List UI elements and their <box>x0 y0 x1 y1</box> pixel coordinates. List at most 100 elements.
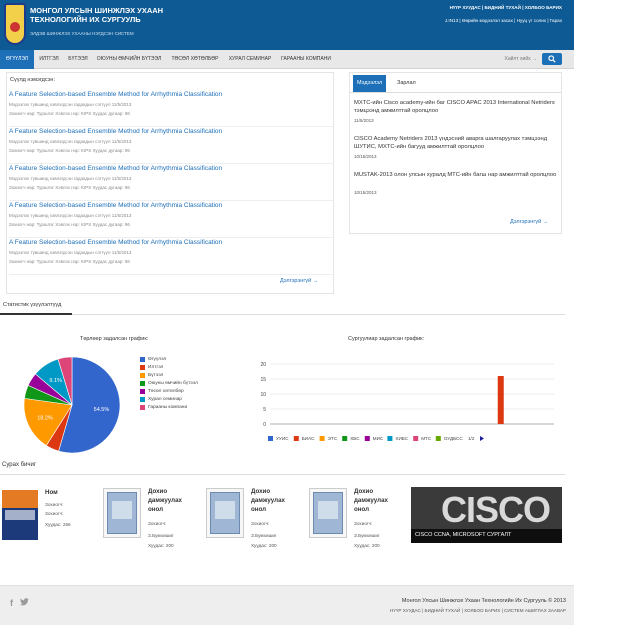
nav-item-seminars[interactable]: ХУРАЛ СЕМИНАР <box>224 50 276 69</box>
legend-label: ОУДБСС <box>444 436 464 441</box>
bar[interactable] <box>497 376 504 424</box>
y-tick-label: 15 <box>260 377 266 383</box>
book-author: З.Бумхишиг <box>251 533 277 538</box>
facebook-icon[interactable]: f <box>10 598 13 608</box>
bar-chart: 0 5 10 15 20 УУИС БИАС ЭТС ХБС МИС ХИБС МТС ОУДБСС 1/… <box>254 356 564 448</box>
book-pages: Хуудас: 200 <box>148 543 174 548</box>
nav-item-startups[interactable]: ГАРААНЫ КОМПАНИ <box>276 50 336 69</box>
tab-news[interactable]: Мэдээлэл <box>353 75 387 92</box>
nav-item-projects[interactable]: ТӨСӨЛ ХӨТӨЛБӨР <box>166 50 224 69</box>
news-date: 10/15/2013 <box>354 154 377 159</box>
pie-chart-title: Төрлөөр задалсан график: <box>80 336 149 342</box>
page: МОНГОЛ УЛСЫН ШИНЖЛЭХ УХААН ТЕХНОЛОГИЙН И… <box>0 0 620 644</box>
book-title[interactable]: Дохио дамжуулах онол <box>354 487 399 514</box>
book-cover-image[interactable] <box>206 488 244 538</box>
book-cover-image[interactable] <box>103 488 141 538</box>
legend-next-icon[interactable] <box>480 436 484 441</box>
item-title-link[interactable]: A Feature Selection-based Ensemble Metho… <box>9 239 222 246</box>
item-title-link[interactable]: A Feature Selection-based Ensemble Metho… <box>9 202 222 209</box>
item-meta-details: Зохиогч нар: Туршлэг Хэвлэх нэр: KIPS Ху… <box>9 259 130 264</box>
footer-links[interactable]: НҮҮР ХУУДАС | БИДНИЙ ТУХАЙ | ХОЛБОО БАРИ… <box>390 608 566 613</box>
item-title-link[interactable]: A Feature Selection-based Ensemble Metho… <box>9 91 222 98</box>
list-item: A Feature Selection-based Ensemble Metho… <box>9 239 333 275</box>
item-meta: Мэдээлэх түвшинд хэвлэгдсэн гадаадын сэт… <box>9 139 132 144</box>
cisco-training-banner[interactable]: CISCO CISCO CCNA, MICROSOFT СУРГАЛТ <box>411 487 562 543</box>
news-item-link[interactable]: CISCO Academy Netriders 2013 үндэсний ав… <box>354 135 559 151</box>
university-subtitle: ЭЛДЭВ ШИНЖЛЭХ УХААНЫ НЭГДСЭН СИСТЕМ <box>30 31 134 36</box>
legend-label: ХИБС <box>395 436 408 441</box>
twitter-icon[interactable] <box>19 598 29 606</box>
stats-tab-underline <box>0 313 72 315</box>
tab-statistics[interactable]: Статистик үзүүлэлтүүд <box>3 302 61 308</box>
book-author-label: Зохиогч: <box>354 521 373 526</box>
book-title[interactable]: Дохио дамжуулах онол <box>251 487 296 514</box>
pie-data-label: 9.1% <box>49 378 62 384</box>
legend-swatch <box>319 436 325 441</box>
legend-label: Илтгэл <box>148 365 164 370</box>
book-pages: Хуудас: 256 <box>45 522 71 527</box>
list-item: A Feature Selection-based Ensemble Metho… <box>9 202 333 238</box>
legend-item[interactable]: Төсөл хөтөлбөр <box>140 388 198 396</box>
legend-swatch <box>364 436 370 441</box>
nav-item-works[interactable]: БҮТЭЭЛ <box>64 50 92 69</box>
search-icon <box>548 55 556 63</box>
book-cover-image[interactable] <box>309 488 347 538</box>
legend-label: Хурал семинар <box>148 397 182 402</box>
book-cover-image[interactable] <box>2 490 38 540</box>
book-publisher-label: Зохиогч: <box>45 511 64 516</box>
legend-item[interactable]: Бүтээл <box>140 372 198 380</box>
book-author-label: Зохиогч: <box>45 502 64 507</box>
item-meta-details: Зохиогч нар: Туршлэг Хэвлэх нэр: KIPS Ху… <box>9 111 130 116</box>
legend-label: МИС <box>373 436 384 441</box>
nav-item-presentations[interactable]: ИЛТГЭЛ <box>34 50 64 69</box>
university-logo[interactable] <box>4 3 26 45</box>
news-panel: Мэдээлэл Зарлал МХТС-ийн Cisco academy-и… <box>349 72 562 234</box>
book-title[interactable]: Дохио дамжуулах онол <box>148 487 193 514</box>
book-cover-art <box>107 492 137 534</box>
legend-item[interactable]: Оюуны өмчийн бүтээл <box>140 380 198 388</box>
book-author-label: Зохиогч: <box>148 521 167 526</box>
legend-swatch <box>268 436 273 441</box>
legend-label: БИАС <box>302 436 315 441</box>
item-meta: Мэдээлэх түвшинд хэвлэгдсэн гадаадын сэт… <box>9 213 132 218</box>
search-input[interactable] <box>468 53 540 65</box>
legend-swatch <box>387 436 393 441</box>
legend-label: УУИС <box>276 436 289 441</box>
news-date: 11/5/2013 <box>354 118 374 123</box>
legend-swatch <box>140 389 145 394</box>
nav-item-articles[interactable]: ӨГҮҮЛЭЛ <box>0 50 34 69</box>
more-items-link[interactable]: Дэлгэрэнгүй → <box>280 278 318 284</box>
user-links[interactable]: J.IN13 | Өөрийн мэдээлэл засах | Нууц үг… <box>445 18 562 23</box>
item-title-link[interactable]: A Feature Selection-based Ensemble Metho… <box>9 128 222 135</box>
legend-swatch <box>342 436 348 441</box>
pie-data-label: 54.5% <box>94 407 110 413</box>
legend-item[interactable]: Өгүүлэл <box>140 356 198 364</box>
tab-announcements[interactable]: Зарлал <box>393 75 420 92</box>
y-tick-label: 20 <box>260 362 266 368</box>
legend-item[interactable]: Хурал семинар <box>140 396 198 404</box>
stats-divider <box>0 314 565 315</box>
more-news-link[interactable]: Дэлгэрэнгүй → <box>510 219 548 225</box>
item-meta: Мэдээлэх түвшинд хэвлэгдсэн гадаадын сэт… <box>9 102 132 107</box>
social-links: f <box>10 598 29 608</box>
book-author-label: Зохиогч: <box>251 521 270 526</box>
legend-item[interactable]: Илтгэл <box>140 364 198 372</box>
textbooks-divider <box>0 474 565 475</box>
nav-item-ip-works[interactable]: ОЮУНЫ ӨМЧИЙН БҮТЭЭЛ <box>92 50 166 69</box>
book-cover-art <box>210 492 240 534</box>
textbooks-heading: Сурах бичиг <box>2 462 37 468</box>
pie-legend: Өгүүлэл Илтгэл Бүтээл Оюуны өмчийн бүтээл Тө… <box>140 356 198 412</box>
legend-swatch <box>140 397 145 402</box>
legend-swatch <box>140 357 145 362</box>
news-item-link[interactable]: MUSTAK-2013 олон улсын хуралд МТС-ийн ба… <box>354 171 559 179</box>
legend-swatch <box>435 436 441 441</box>
book-title[interactable]: Ном <box>45 488 90 497</box>
top-links[interactable]: НҮҮР ХУУДАС | БИДНИЙ ТУХАЙ | ХОЛБОО БАРИ… <box>450 5 562 10</box>
legend-label: МТС <box>421 436 432 441</box>
news-item-link[interactable]: МХТС-ийн Cisco academy-ийн баг CISCO APA… <box>354 99 559 115</box>
item-title-link[interactable]: A Feature Selection-based Ensemble Metho… <box>9 165 222 172</box>
y-tick-label: 10 <box>260 392 266 398</box>
legend-item[interactable]: Гарааны компани <box>140 404 198 412</box>
university-name[interactable]: МОНГОЛ УЛСЫН ШИНЖЛЭХ УХААН ТЕХНОЛОГИЙН И… <box>30 6 170 24</box>
search-button[interactable] <box>542 53 562 65</box>
